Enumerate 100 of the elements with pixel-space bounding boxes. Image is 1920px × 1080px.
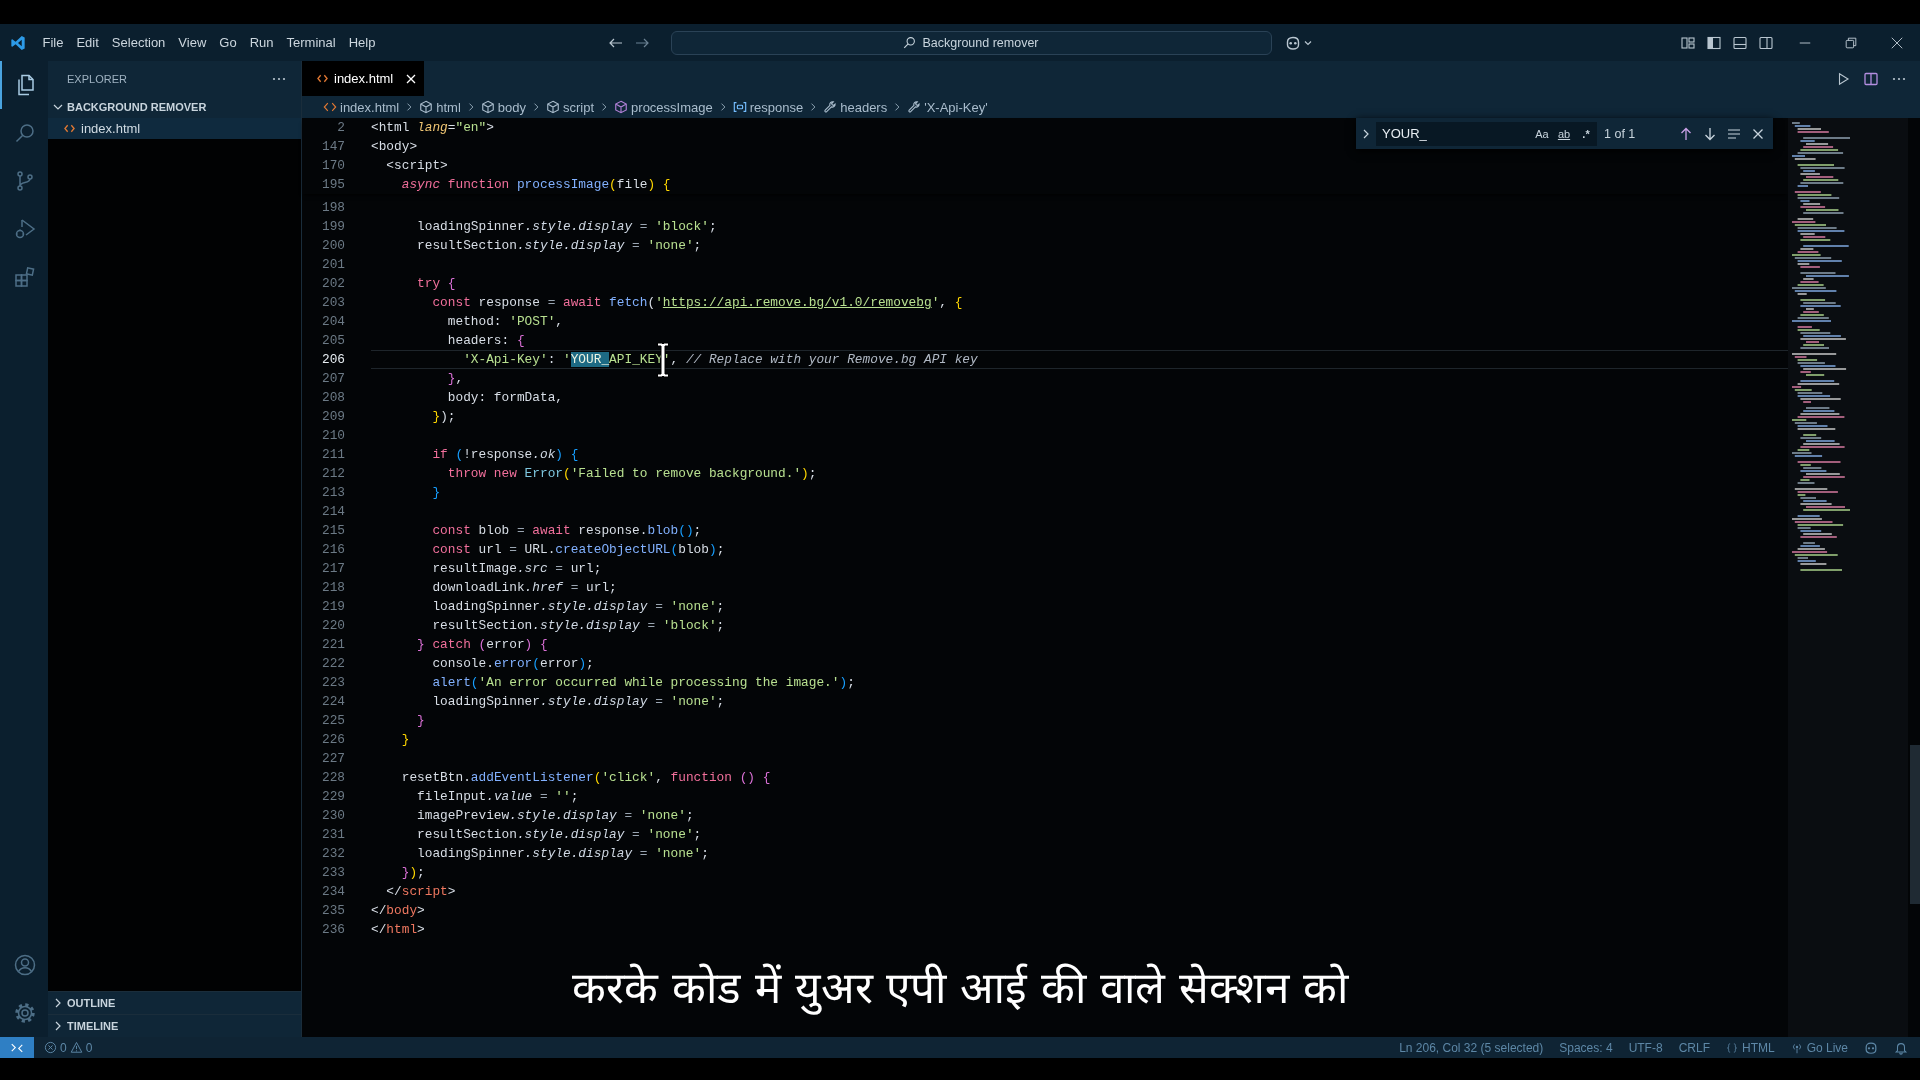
line-number: 206 xyxy=(321,352,345,367)
search-icon xyxy=(13,121,37,145)
code-line: body: formData, xyxy=(446,390,563,405)
arrow-up-icon[interactable] xyxy=(1678,125,1694,142)
layout-grid-icon[interactable] xyxy=(1680,34,1696,51)
menu-item[interactable]: Edit xyxy=(69,31,106,54)
restore-icon[interactable] xyxy=(1844,35,1858,50)
code-line: loadingSpinner.style.display = 'none'; xyxy=(431,599,725,614)
code-line: <script> xyxy=(385,158,448,173)
line-number: 170 xyxy=(321,158,345,173)
line-number: 211 xyxy=(321,447,345,462)
code-line: } xyxy=(400,732,410,747)
cube-icon xyxy=(419,100,434,114)
line-number: 203 xyxy=(321,295,345,310)
menu-item[interactable]: View xyxy=(171,31,213,54)
remote-button[interactable] xyxy=(0,1037,34,1058)
menu-item[interactable]: Terminal xyxy=(280,31,343,54)
logo-icon[interactable] xyxy=(10,34,26,51)
error-icon xyxy=(44,1041,57,1054)
bell-icon[interactable] xyxy=(1894,1040,1908,1055)
angle-brackets-icon xyxy=(317,73,328,84)
tree-item[interactable]: index.html xyxy=(48,118,301,139)
play-bug-icon xyxy=(13,217,37,241)
bot-icon[interactable] xyxy=(1864,1040,1878,1055)
status-item[interactable]: Spaces: 4 xyxy=(1559,1040,1613,1055)
line-number: 213 xyxy=(321,485,345,500)
code-line: loadingSpinner.style.display = 'none'; xyxy=(416,846,709,861)
menu-item[interactable]: Selection xyxy=(105,31,172,54)
line-number: 214 xyxy=(321,504,345,519)
problems-button[interactable]: 0 0 xyxy=(34,1040,93,1055)
cube-icon xyxy=(546,100,560,114)
code-line: const blob = await response.blob(); xyxy=(431,523,702,538)
match-case-toggle[interactable]: Aa xyxy=(1532,123,1552,144)
editor-tab[interactable]: index.html xyxy=(302,61,425,96)
breadcrumb-item[interactable]: index.html xyxy=(323,99,400,115)
code-line: fileInput.value = ''; xyxy=(416,789,579,804)
minimap-drawing[interactable] xyxy=(1788,118,1908,1037)
gear-icon[interactable] xyxy=(13,1001,37,1025)
line-number: 2 xyxy=(337,120,345,135)
breadcrumb-item[interactable]: body xyxy=(480,99,526,115)
language-mode-button[interactable]: HTML xyxy=(1725,1040,1775,1055)
code-line: <body> xyxy=(371,139,418,154)
regex-toggle[interactable]: .* xyxy=(1576,123,1596,144)
line-number: 198 xyxy=(321,200,345,215)
breadcrumb-item[interactable]: html xyxy=(419,99,461,115)
sidebar-left-icon[interactable] xyxy=(1706,34,1722,51)
go-live-button[interactable]: Go Live xyxy=(1790,1040,1848,1055)
line-number: 195 xyxy=(321,177,345,192)
line-number: 202 xyxy=(321,276,345,291)
code-line: if (!response.ok) { xyxy=(431,447,579,462)
columns-icon[interactable] xyxy=(1863,70,1879,87)
section-header[interactable]: OUTLINE xyxy=(48,991,301,1014)
code-line: resultImage.src = url; xyxy=(431,561,602,576)
sidebar-right-icon[interactable] xyxy=(1758,34,1774,51)
line-number: 208 xyxy=(321,390,345,405)
breadcrumb-item[interactable]: headers xyxy=(823,99,888,115)
find-input[interactable]: YOUR_ Aa ab .* xyxy=(1376,121,1597,146)
status-item[interactable]: Ln 206, Col 32 (5 selected) xyxy=(1399,1040,1544,1055)
search-box[interactable]: Background remover xyxy=(670,30,1272,55)
line-number: 199 xyxy=(321,219,345,234)
line-number: 226 xyxy=(321,732,345,747)
arrow-down-icon[interactable] xyxy=(1702,125,1718,142)
folder-row[interactable]: BACKGROUND REMOVER xyxy=(48,96,301,118)
panel-bottom-icon[interactable] xyxy=(1732,34,1748,51)
breadcrumb-item[interactable]: 'X-Api-Key' xyxy=(907,99,988,115)
breadcrumb-item[interactable]: response xyxy=(732,99,804,115)
code-line: </script> xyxy=(385,884,456,899)
code-line: } xyxy=(416,713,425,728)
menu-item[interactable]: Run xyxy=(243,31,280,54)
line-number: 234 xyxy=(321,884,345,899)
breadcrumb-item[interactable]: processImage xyxy=(614,99,713,115)
line-number: 212 xyxy=(321,466,345,481)
error-count: 0 xyxy=(60,1040,67,1055)
cube-icon xyxy=(480,100,495,114)
line-number: 200 xyxy=(321,238,345,253)
menu-item[interactable]: Go xyxy=(212,31,244,54)
line-number: 205 xyxy=(321,333,345,348)
subtitle-caption: करके कोड में युअर एपी आई की वाले सेक्शन को xyxy=(571,962,1349,1013)
whole-word-toggle[interactable]: ab xyxy=(1554,123,1574,144)
section-header[interactable]: TIMELINE xyxy=(48,1014,301,1037)
bot-icon[interactable] xyxy=(1284,34,1301,51)
status-item[interactable]: CRLF xyxy=(1678,1040,1710,1055)
line-number: 228 xyxy=(321,770,345,785)
code-line: loadingSpinner.style.display = 'block'; xyxy=(416,219,717,234)
scrollbar-thumb[interactable] xyxy=(1910,745,1920,904)
braces-icon xyxy=(1725,1041,1738,1054)
menu-item[interactable]: Help xyxy=(342,31,382,54)
code-line: }); xyxy=(400,865,425,880)
code-line: headers: { xyxy=(446,333,525,348)
close-icon[interactable] xyxy=(1890,35,1904,50)
person-icon[interactable] xyxy=(13,953,37,977)
line-number: 232 xyxy=(321,846,345,861)
code-line: resultSection.style.display = 'block'; xyxy=(431,618,725,633)
line-number: 218 xyxy=(321,580,345,595)
code-line: alert('An error occurred while processing the image.'); xyxy=(431,675,855,690)
wrench-icon xyxy=(907,100,922,114)
breadcrumb-item[interactable]: script xyxy=(546,99,595,115)
line-number: 223 xyxy=(321,675,345,690)
menu-item[interactable]: File xyxy=(36,31,70,54)
status-item[interactable]: UTF-8 xyxy=(1628,1040,1663,1055)
